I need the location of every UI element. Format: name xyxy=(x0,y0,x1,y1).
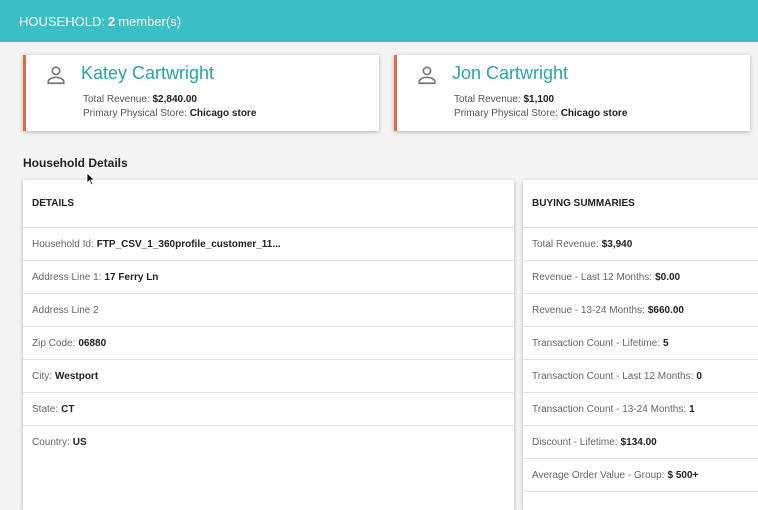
household-header: HOUSEHOLD: 2 member(s) xyxy=(0,0,758,42)
mouse-cursor-icon xyxy=(86,172,96,186)
member-card-jon[interactable]: Jon Cartwright Total Revenue: $1,100 Pri… xyxy=(394,55,750,131)
household-member-count: 2 xyxy=(107,13,116,29)
summary-row-aov-group: Average Order Value - Group: $ 500+ xyxy=(523,459,758,492)
details-panel: DETAILS Household Id: FTP_CSV_1_360profi… xyxy=(23,180,514,510)
detail-row-household-id: Household Id: FTP_CSV_1_360profile_custo… xyxy=(23,228,514,261)
detail-row-country: Country: US xyxy=(32,437,87,448)
summary-row-revenue-12: Revenue - Last 12 Months: $0.00 xyxy=(523,261,758,294)
buying-summaries-panel: BUYING SUMMARIES Total Revenue: $3,940 R… xyxy=(523,180,758,510)
member-revenue-value: $1,100 xyxy=(523,94,555,105)
member-revenue: Total Revenue: $1,100 xyxy=(454,94,555,105)
summary-row-txn-12: Transaction Count - Last 12 Months: 0 xyxy=(523,360,758,393)
member-name[interactable]: Jon Cartwright xyxy=(452,63,568,84)
member-revenue-value: $2,840.00 xyxy=(152,94,198,105)
summary-row-revenue-13-24: Revenue - 13-24 Months: $660.00 xyxy=(523,294,758,327)
summary-row-txn-13-24: Transaction Count - 13-24 Months: 1 xyxy=(523,393,758,426)
member-name[interactable]: Katey Cartwright xyxy=(81,63,214,84)
member-revenue: Total Revenue: $2,840.00 xyxy=(83,94,197,105)
buying-summaries-title: BUYING SUMMARIES xyxy=(523,180,758,228)
member-store-value: Chicago store xyxy=(189,108,257,119)
person-icon xyxy=(418,66,436,85)
member-card-katey[interactable]: Katey Cartwright Total Revenue: $2,840.0… xyxy=(23,55,379,131)
summary-row-discount: Discount - Lifetime: $134.00 xyxy=(523,426,758,459)
person-icon xyxy=(47,66,65,85)
summary-row-total-revenue: Total Revenue: $3,940 xyxy=(523,228,758,261)
detail-row-address-1: Address Line 1: 17 Ferry Ln xyxy=(23,261,514,294)
household-details-title: Household Details xyxy=(23,156,128,170)
member-store-value: Chicago store xyxy=(560,108,628,119)
detail-row-city: City: Westport xyxy=(23,360,514,393)
household-label: HOUSEHOLD: xyxy=(19,13,105,29)
household-member-suffix: member(s) xyxy=(118,13,182,29)
summary-row-txn-lifetime: Transaction Count - Lifetime: 5 xyxy=(523,327,758,360)
detail-row-address-2: Address Line 2 xyxy=(23,294,514,327)
detail-row-zip: Zip Code: 06880 xyxy=(23,327,514,360)
member-store: Primary Physical Store: Chicago store xyxy=(454,108,628,119)
member-store: Primary Physical Store: Chicago store xyxy=(83,108,257,119)
detail-row-state: State: CT xyxy=(23,393,514,426)
details-panel-title: DETAILS xyxy=(23,180,514,228)
